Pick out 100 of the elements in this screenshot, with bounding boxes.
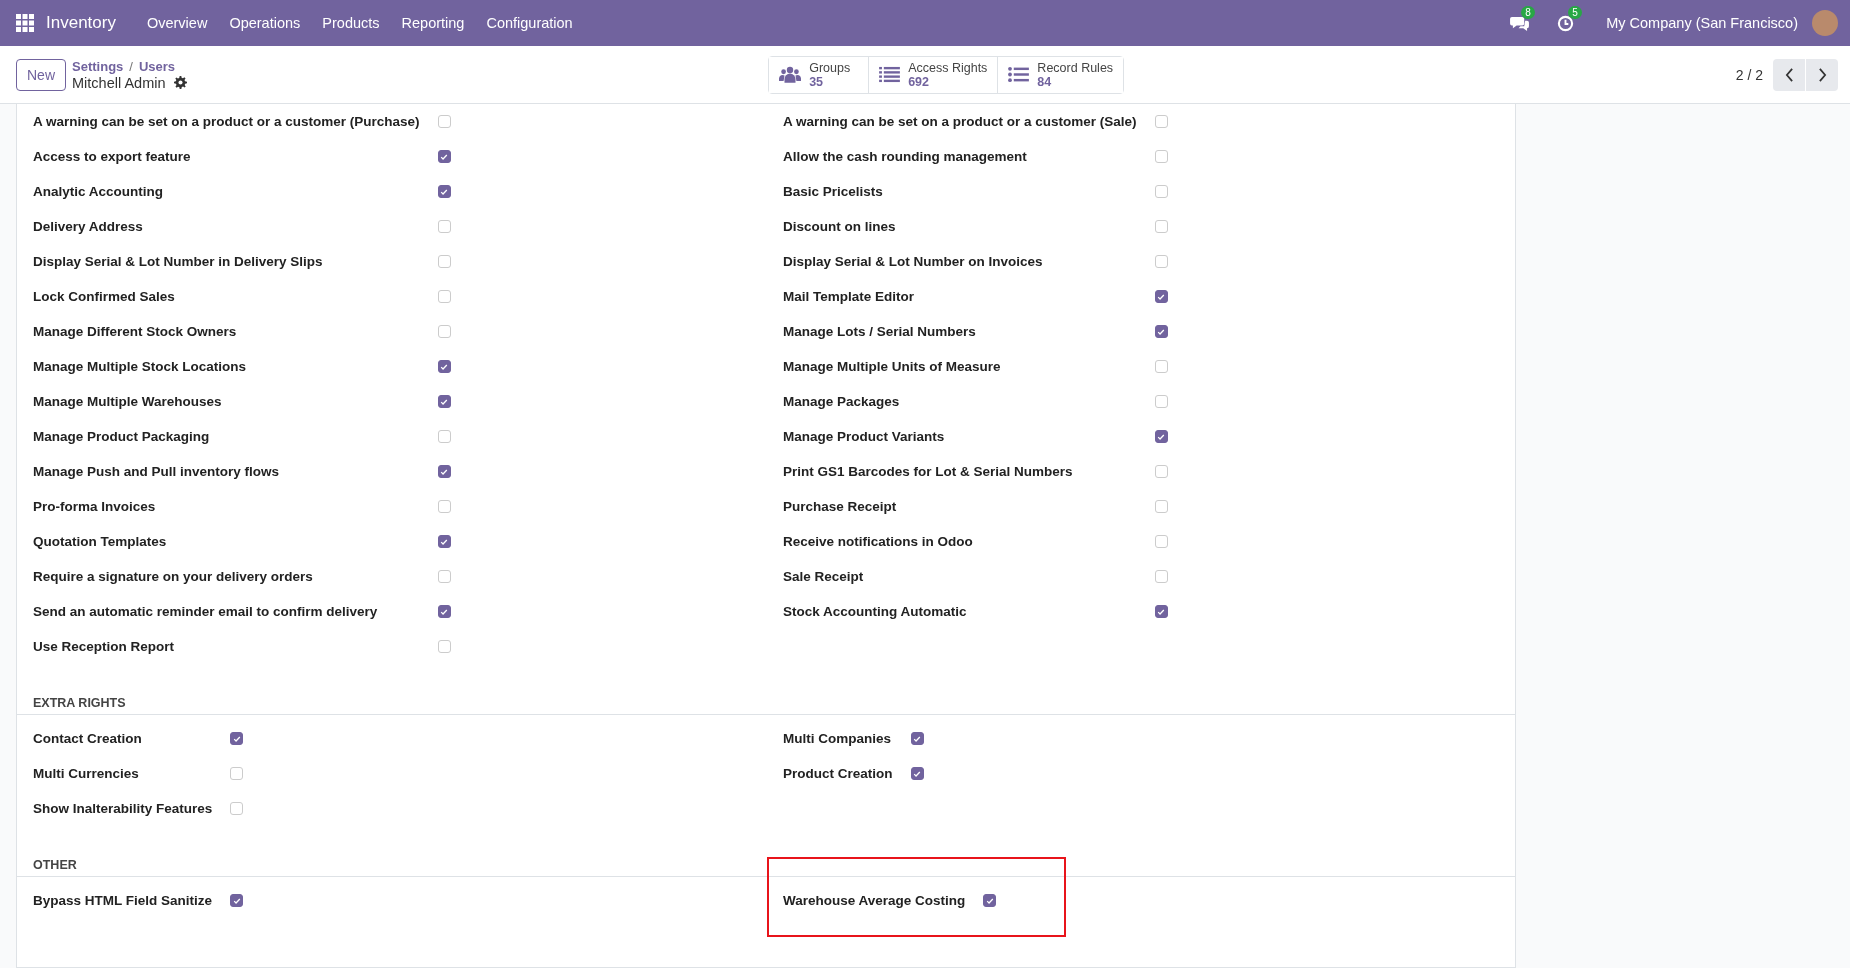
permission-label: Use Reception Report — [33, 639, 176, 654]
menu-item[interactable]: Products — [311, 15, 391, 31]
activity-count-badge: 5 — [1568, 5, 1582, 19]
check-icon — [913, 769, 921, 778]
menu-item[interactable]: Operations — [218, 15, 312, 31]
permission-label: Mail Template Editor — [783, 289, 916, 304]
check-icon — [913, 734, 921, 743]
permission-label: Multi Currencies — [33, 766, 140, 781]
permission-label: Print GS1 Barcodes for Lot & Serial Numbers — [783, 464, 1074, 479]
permission-label: Lock Confirmed Sales — [33, 289, 176, 304]
permission-label: Manage Packages — [783, 394, 901, 409]
permission-label: Allow the cash rounding management — [783, 149, 1028, 164]
permission-label: Manage Multiple Warehouses — [33, 394, 223, 409]
permission-label: Manage Push and Pull inventory flows — [33, 464, 281, 479]
checkbox[interactable] — [1154, 605, 1168, 618]
permission-label: Manage Lots / Serial Numbers — [783, 324, 977, 339]
checkbox[interactable] — [437, 535, 451, 548]
checkbox[interactable] — [1154, 325, 1168, 338]
permission-label: Quotation Templates — [33, 534, 168, 549]
breadcrumb-link[interactable]: Users — [138, 58, 176, 74]
checkbox[interactable] — [230, 894, 244, 907]
permission-label: Require a signature on your delivery orders — [33, 569, 314, 584]
permission-label: Bypass HTML Field Sanitize — [33, 893, 213, 908]
app-grid-icon — [16, 14, 34, 32]
permission-label: Product Creation — [783, 766, 893, 781]
permission-label: Multi Companies — [783, 731, 892, 746]
check-icon — [440, 152, 449, 161]
permission-label: Manage Multiple Units of Measure — [783, 359, 1002, 374]
permission-label: Warehouse Average Costing — [783, 893, 966, 908]
menu-item[interactable]: Overview — [135, 15, 219, 31]
checkbox[interactable] — [1154, 290, 1168, 303]
check-icon — [1157, 432, 1166, 441]
checkbox[interactable] — [437, 360, 451, 373]
check-icon — [440, 397, 449, 406]
chevron-left-icon — [1784, 67, 1794, 82]
chevron-right-icon — [1817, 67, 1827, 82]
check-icon — [440, 537, 449, 546]
permission-label: Sale Receipt — [783, 569, 865, 584]
section-heading: EXTRA RIGHTS — [17, 696, 1515, 715]
checkbox[interactable] — [437, 605, 451, 618]
permission-label: Show Inalterability Features — [33, 801, 213, 816]
check-icon — [985, 896, 994, 905]
permission-label: Stock Accounting Automatic — [783, 604, 968, 619]
breadcrumb-link[interactable]: Settings — [72, 58, 124, 74]
permission-label: Discount on lines — [783, 219, 897, 234]
permission-label: Pro-forma Invoices — [33, 499, 157, 514]
permission-label: Delivery Address — [33, 219, 144, 234]
check-icon — [440, 607, 449, 616]
menu-item[interactable]: Configuration — [475, 15, 584, 31]
breadcrumb-separator: / — [129, 58, 133, 74]
pager-counter[interactable]: 2 / 2 — [1735, 66, 1763, 83]
check-icon — [1157, 327, 1166, 336]
clock-icon — [1557, 14, 1575, 32]
checkbox[interactable] — [437, 150, 451, 163]
checkbox[interactable] — [983, 894, 997, 907]
checkbox[interactable] — [437, 465, 451, 478]
new-button[interactable]: New — [16, 58, 66, 91]
permission-label: Manage Product Variants — [783, 429, 946, 444]
checkbox[interactable] — [910, 767, 924, 780]
checkbox[interactable] — [437, 185, 451, 198]
check-icon — [1157, 292, 1166, 301]
permission-label: Purchase Receipt — [783, 499, 898, 514]
permission-label: Display Serial & Lot Number on Invoices — [783, 254, 1044, 269]
gear-icon[interactable] — [173, 76, 187, 89]
next-button[interactable] — [1806, 58, 1838, 91]
permission-label: Analytic Accounting — [33, 184, 164, 199]
list-icon — [1008, 66, 1030, 83]
permission-label: A warning can be set on a product or a customer (Purchase) — [33, 114, 420, 129]
permission-label: Access to export feature — [33, 149, 192, 164]
permission-label: Manage Different Stock Owners — [33, 324, 238, 339]
permission-label: A warning can be set on a product or a customer (Sale) — [783, 114, 1137, 129]
permission-label: Basic Pricelists — [783, 184, 884, 199]
app-name[interactable]: Inventory — [46, 13, 116, 33]
check-icon — [440, 467, 449, 476]
checkbox[interactable] — [910, 732, 924, 745]
check-icon — [440, 362, 449, 371]
permission-label: Receive notifications in Odoo — [783, 534, 974, 549]
checkbox[interactable] — [230, 732, 244, 745]
permission-label: Send an automatic reminder email to confirm delivery — [33, 604, 379, 619]
check-icon — [232, 896, 241, 905]
chat-icon — [1510, 14, 1530, 32]
permission-label: Manage Product Packaging — [33, 429, 211, 444]
permission-label: Display Serial & Lot Number in Delivery Slips — [33, 254, 324, 269]
users-icon — [779, 65, 802, 84]
section-heading: OTHER — [17, 858, 1515, 877]
message-count-badge: 8 — [1521, 5, 1535, 19]
check-icon — [440, 187, 449, 196]
smart-button[interactable]: Groups 35 — [769, 56, 870, 93]
checkbox[interactable] — [437, 395, 451, 408]
checkbox[interactable] — [1154, 430, 1168, 443]
previous-button[interactable] — [1773, 58, 1805, 91]
user-avatar[interactable] — [1812, 10, 1838, 36]
list-icon — [879, 66, 901, 83]
menu-item[interactable]: Reporting — [390, 15, 476, 31]
permission-label: Contact Creation — [33, 731, 143, 746]
check-icon — [1157, 607, 1166, 616]
permission-label: Manage Multiple Stock Locations — [33, 359, 248, 374]
record-title: Mitchell Admin — [72, 74, 166, 91]
check-icon — [232, 734, 241, 743]
company-switcher[interactable]: My Company (San Francisco) — [1606, 15, 1798, 31]
